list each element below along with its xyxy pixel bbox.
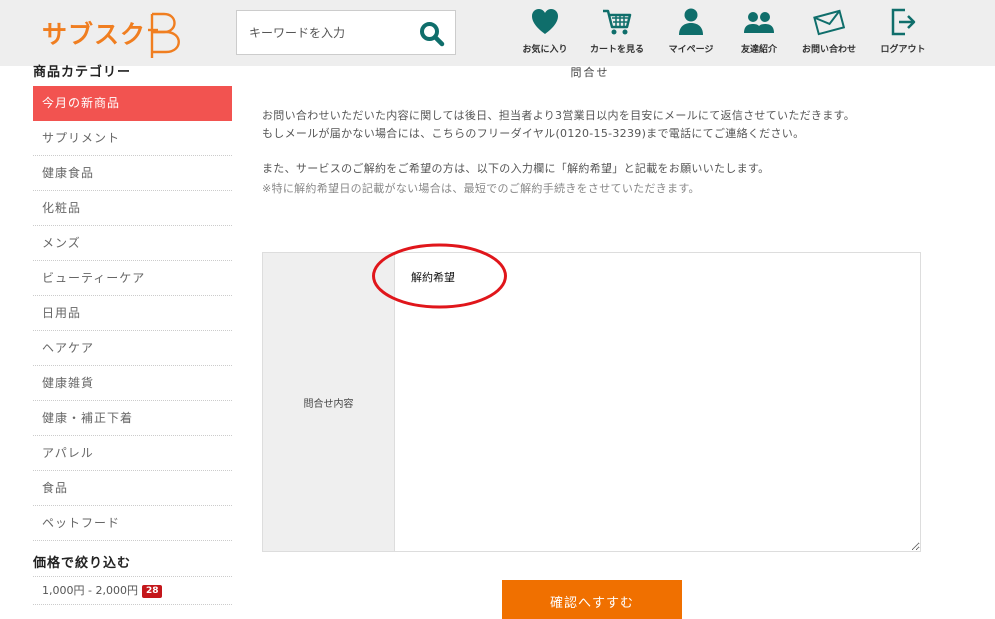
price-filter-item[interactable]: 1,000円 - 2,000円 28 xyxy=(33,577,232,605)
notice-text: また、サービスのご解約をご希望の方は、以下の入力欄に「解約希望」と記載をお願いい… xyxy=(262,162,770,175)
category-item[interactable]: メンズ xyxy=(33,226,232,261)
nav-label: お気に入り xyxy=(522,45,568,55)
nav-cart[interactable]: カートを見る xyxy=(582,4,652,60)
nav-logout[interactable]: ログアウト xyxy=(868,4,938,60)
confirm-button[interactable]: 確認へすすむ xyxy=(502,580,682,619)
price-filter-label: 1,000円 - 2,000円 xyxy=(42,584,138,597)
category-item[interactable]: 日用品 xyxy=(33,296,232,331)
search-icon[interactable] xyxy=(419,21,445,47)
category-item[interactable]: 食品 xyxy=(33,471,232,506)
inquiry-form: 問合せ内容 解約希望 xyxy=(262,252,921,552)
category-item[interactable]: 化粧品 xyxy=(33,191,232,226)
category-item[interactable]: 今月の新商品 xyxy=(33,86,232,121)
nav-favorites[interactable]: お気に入り xyxy=(510,4,580,60)
site-header: サブスク お気に入り カ xyxy=(0,0,995,66)
logo-b-mark xyxy=(148,12,180,58)
nav-invite-friends[interactable]: 友達紹介 xyxy=(724,4,794,60)
inquiry-label: 問合せ内容 xyxy=(263,253,394,551)
category-item[interactable]: ビューティーケア xyxy=(33,261,232,296)
logout-icon xyxy=(891,8,916,36)
notice-text: お問い合わせいただいた内容に関しては後日、担当者より3営業日以内を目安にメールに… xyxy=(262,109,856,122)
nav-label: カートを見る xyxy=(589,45,644,55)
page-title: 問合せ xyxy=(570,66,610,79)
heart-icon xyxy=(532,9,558,34)
site-logo[interactable]: サブスク xyxy=(42,8,186,58)
nav-label: ログアウト xyxy=(880,45,926,55)
category-title: 商品カテゴリー xyxy=(33,65,132,80)
nav-contact[interactable]: お問い合わせ xyxy=(794,4,864,60)
inquiry-textarea[interactable]: 解約希望 xyxy=(395,253,920,551)
category-item[interactable]: アパレル xyxy=(33,436,232,471)
nav-mypage[interactable]: マイページ xyxy=(656,4,726,60)
notice-note: ※特に解約希望日の記載がない場合は、最短でのご解約手続きをさせていただきます。 xyxy=(262,182,700,195)
category-item[interactable]: 健康雑貨 xyxy=(33,366,232,401)
price-filter-title: 価格で絞り込む xyxy=(33,551,232,577)
nav-label: マイページ xyxy=(668,45,714,55)
search-box xyxy=(236,10,456,55)
category-item[interactable]: サプリメント xyxy=(33,121,232,156)
sidebar: 商品カテゴリー 今月の新商品 サプリメント 健康食品 化粧品 メンズ ビューティ… xyxy=(33,62,232,605)
mail-icon xyxy=(813,9,845,36)
category-item[interactable]: ペットフード xyxy=(33,506,232,541)
cart-icon xyxy=(603,9,632,35)
category-item[interactable]: ヘアケア xyxy=(33,331,232,366)
contact-notice: お問い合わせいただいた内容に関しては後日、担当者より3営業日以内を目安にメールに… xyxy=(262,107,912,198)
users-icon xyxy=(744,12,774,33)
notice-text: もしメールが届かない場合には、こちらのフリーダイヤル(0120-15-3239)… xyxy=(262,127,805,140)
user-icon xyxy=(679,8,703,35)
logo-text: サブスク xyxy=(42,20,147,49)
category-item[interactable]: 健康食品 xyxy=(33,156,232,191)
category-list: 今月の新商品 サプリメント 健康食品 化粧品 メンズ ビューティーケア 日用品 … xyxy=(33,86,232,541)
count-badge: 28 xyxy=(141,585,163,598)
nav-label: 友達紹介 xyxy=(740,45,777,55)
search-input[interactable] xyxy=(237,11,407,54)
nav-label: お問い合わせ xyxy=(801,45,856,55)
category-item[interactable]: 健康・補正下着 xyxy=(33,401,232,436)
inquiry-field: 解約希望 xyxy=(394,253,920,551)
